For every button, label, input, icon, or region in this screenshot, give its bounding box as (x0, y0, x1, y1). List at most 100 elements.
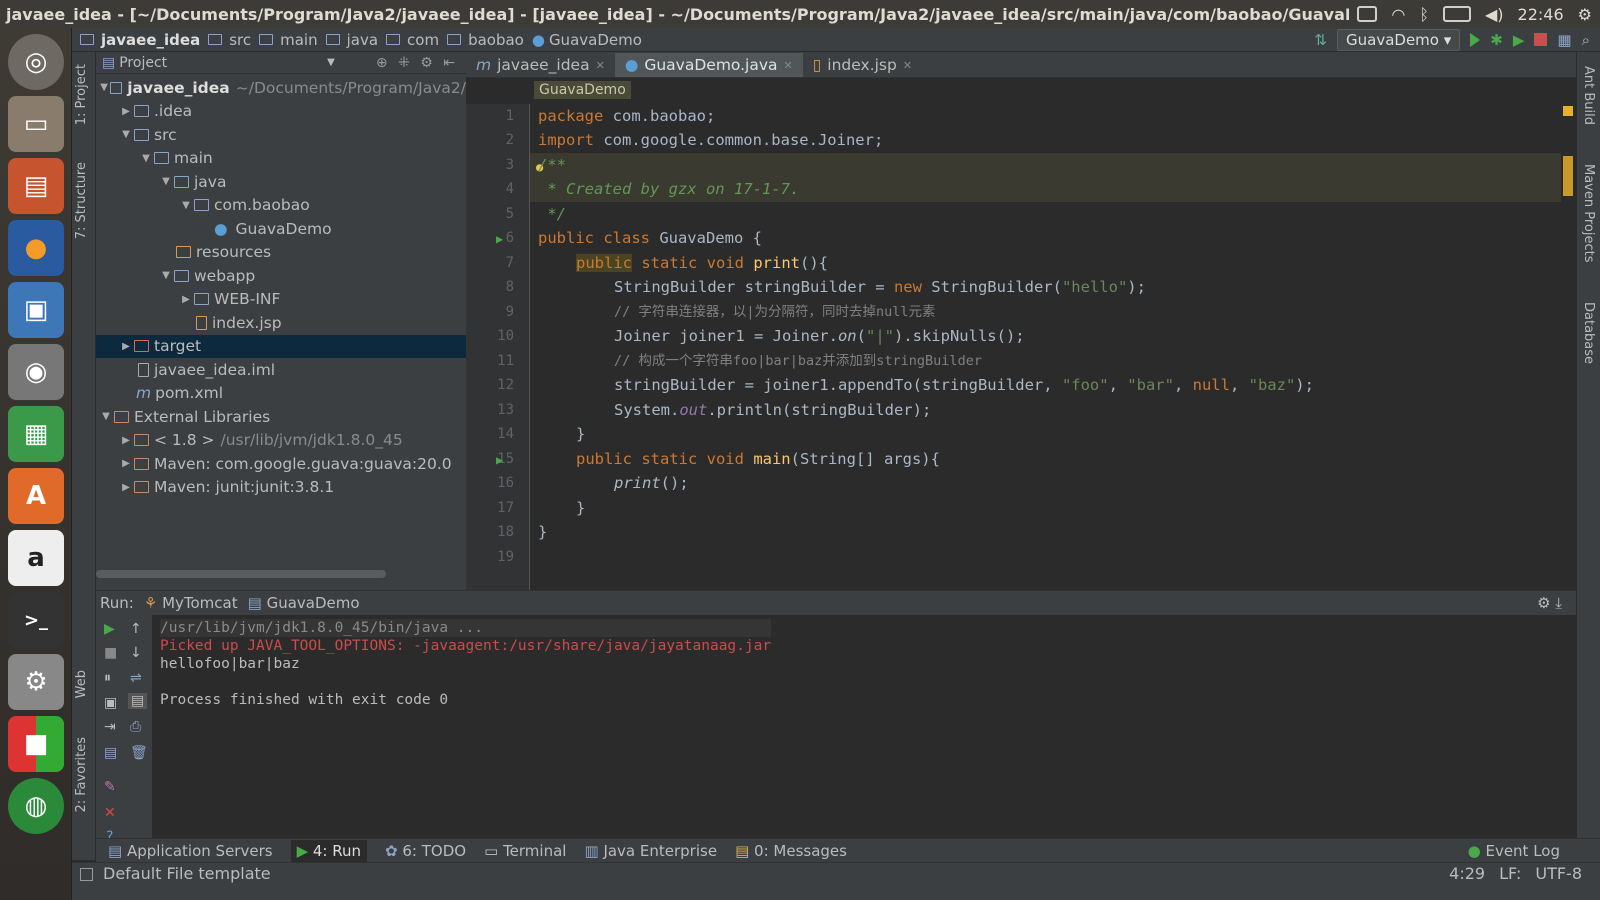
amazon-icon[interactable]: a (8, 530, 64, 586)
search-icon[interactable]: ⌕ (1582, 31, 1590, 49)
tab-messages[interactable]: ▤ 0: Messages (735, 842, 847, 860)
tree-node-pom[interactable]: m pom.xml (96, 382, 466, 406)
expand-arrow-icon[interactable]: ▼ (118, 129, 134, 140)
scroll-end-icon[interactable]: ▤ (128, 693, 148, 709)
nav-crumb-class[interactable]: ● GuavaDemo (532, 31, 642, 49)
software-center-icon[interactable]: A (8, 468, 64, 524)
tree-node-src[interactable]: ▼ src (96, 123, 466, 147)
scroll-up-icon[interactable]: ↑ (130, 621, 142, 637)
run-tab-mytomcat[interactable]: ⚘ MyTomcat (144, 594, 238, 612)
tab-event-log[interactable]: ● Event Log (1468, 842, 1600, 860)
tab-index-jsp[interactable]: ▯ index.jsp ✕ (803, 53, 922, 77)
project-panel-tools[interactable]: ⊕ ⁜ ⚙ ⇤ (376, 55, 466, 71)
expand-arrow-icon[interactable]: ▼ (158, 176, 174, 187)
scroll-down-icon[interactable]: ↓ (130, 645, 142, 661)
tree-node-idea[interactable]: ▶ .idea (96, 100, 466, 124)
tree-node-package[interactable]: ▼ com.baobao (96, 194, 466, 218)
tool-windows-toggle-icon[interactable] (80, 868, 93, 881)
clock[interactable]: 22:46 (1518, 5, 1564, 24)
camera-icon[interactable]: ◉ (8, 344, 64, 400)
print-icon[interactable]: ⎙ (130, 719, 141, 735)
volume-icon[interactable]: ◀) (1485, 5, 1504, 24)
nav-crumb-project[interactable]: javaee_idea (80, 31, 200, 49)
tree-node-main[interactable]: ▼ main (96, 147, 466, 171)
expand-arrow-icon[interactable]: ▼ (158, 270, 174, 281)
run-config-select[interactable]: GuavaDemo ▾ (1337, 28, 1461, 51)
close-icon[interactable]: ✕ (903, 59, 912, 72)
nav-crumb-com[interactable]: com (386, 31, 439, 49)
expand-arrow-icon[interactable]: ▼ (98, 411, 114, 422)
nav-crumb-java[interactable]: java (325, 31, 378, 49)
project-view-select[interactable]: Project (119, 55, 167, 71)
tab-todo[interactable]: ✿ 6: TODO (385, 842, 466, 860)
build-icon[interactable]: ⇅ (1314, 31, 1327, 49)
bluetooth-icon[interactable]: ᛒ (1419, 5, 1429, 24)
layout-icon[interactable]: ▤ (104, 745, 117, 761)
tree-node-jdk[interactable]: ▶ < 1.8 >/usr/lib/jvm/jdk1.8.0_45 (96, 429, 466, 453)
coverage-icon[interactable]: ▶ (1513, 31, 1525, 49)
project-structure-icon[interactable]: ▦ (1557, 31, 1571, 49)
expand-arrow-icon[interactable]: ▶ (118, 341, 134, 352)
clear-icon[interactable]: 🗑 (130, 745, 148, 761)
tab-guavademo-java[interactable]: ● GuavaDemo.java ✕ (614, 53, 803, 77)
caret-position[interactable]: 4:29 (1449, 864, 1485, 883)
expand-arrow-icon[interactable]: ▶ (178, 294, 194, 305)
calc-icon[interactable]: ▦ (8, 406, 64, 462)
tree-node-iml[interactable]: javaee_idea.iml (96, 358, 466, 382)
expand-arrow-icon[interactable]: ▶ (118, 458, 134, 469)
pin-icon[interactable]: ✎ (104, 779, 116, 795)
expand-arrow-icon[interactable]: ▶ (118, 106, 134, 117)
tab-maven-projects[interactable]: Maven Projects (1581, 164, 1596, 263)
tree-node-guava-lib[interactable]: ▶ Maven: com.google.guava:guava:20.0 (96, 452, 466, 476)
tab-database[interactable]: Database (1581, 302, 1596, 364)
rerun-icon[interactable]: ▶ (104, 621, 115, 637)
run-gutter-icon[interactable]: ▶ (496, 232, 503, 246)
dump-icon[interactable]: ▣ (104, 695, 117, 711)
tab-run[interactable]: ▶ 4: Run (290, 839, 368, 862)
chevron-down-icon[interactable]: ▼ (327, 57, 335, 68)
tree-node-root[interactable]: ▼ javaee_idea ~/Documents/Program/Java2/ (96, 76, 466, 100)
horizontal-scrollbar[interactable] (96, 570, 386, 578)
impress-icon[interactable]: ▤ (8, 158, 64, 214)
tab-web-tool[interactable]: Web (74, 670, 89, 698)
nav-crumb-main[interactable]: main (259, 31, 318, 49)
tree-node-webinf[interactable]: ▶ WEB-INF (96, 288, 466, 312)
expand-arrow-icon[interactable]: ▼ (138, 153, 154, 164)
chrome-icon[interactable]: ◍ (8, 778, 64, 834)
tab-java-enterprise[interactable]: ▥ Java Enterprise (584, 842, 717, 860)
nav-crumb-baobao[interactable]: baobao (447, 31, 524, 49)
file-encoding[interactable]: UTF-8 (1535, 864, 1582, 883)
console-output[interactable]: /usr/lib/jvm/jdk1.8.0_45/bin/java ... Pi… (160, 619, 772, 709)
tree-node-resources[interactable]: resources (96, 241, 466, 265)
highlight-marker[interactable] (1563, 156, 1573, 196)
firefox-icon[interactable]: ● (8, 220, 64, 276)
expand-arrow-icon[interactable]: ▼ (98, 82, 110, 93)
terminal-icon[interactable]: >_ (8, 592, 64, 648)
expand-arrow-icon[interactable]: ▶ (118, 482, 134, 493)
ubuntu-dash-icon[interactable]: ◎ (8, 34, 64, 90)
wifi-icon[interactable]: ◠ (1391, 5, 1405, 24)
expand-arrow-icon[interactable]: ▼ (178, 200, 194, 211)
soft-wrap-icon[interactable]: ⇌ (130, 670, 142, 686)
system-settings-icon[interactable]: ⚙ (8, 654, 64, 710)
tree-node-java[interactable]: ▼ java (96, 170, 466, 194)
line-separator[interactable]: LF: (1499, 864, 1521, 883)
tab-project-tool[interactable]: 1: Project (74, 64, 89, 125)
battery-icon[interactable] (1443, 6, 1471, 22)
close-icon[interactable]: ✕ (784, 59, 793, 72)
tab-application-servers[interactable]: ▤ Application Servers (108, 842, 273, 860)
exit-icon[interactable]: ⇥ (104, 719, 116, 735)
run-icon[interactable] (1470, 32, 1481, 47)
warning-marker[interactable] (1563, 106, 1573, 116)
run-gutter-icon[interactable]: ▶ (496, 453, 503, 467)
stop-icon[interactable]: ■ (104, 645, 117, 661)
tree-node-junit-lib[interactable]: ▶ Maven: junit:junit:3.8.1 (96, 476, 466, 500)
tree-node-external-libraries[interactable]: ▼ External Libraries (96, 405, 466, 429)
tab-terminal[interactable]: ▭ Terminal (484, 842, 566, 860)
tab-structure-tool[interactable]: 7: Structure (74, 162, 89, 239)
settings-gear-icon[interactable]: ⚙ (1578, 5, 1592, 24)
editor-scroll-markers[interactable] (1561, 104, 1576, 590)
close-icon[interactable]: ✕ (104, 805, 116, 821)
tree-node-webapp[interactable]: ▼ webapp (96, 264, 466, 288)
image-viewer-icon[interactable]: ▣ (8, 282, 64, 338)
